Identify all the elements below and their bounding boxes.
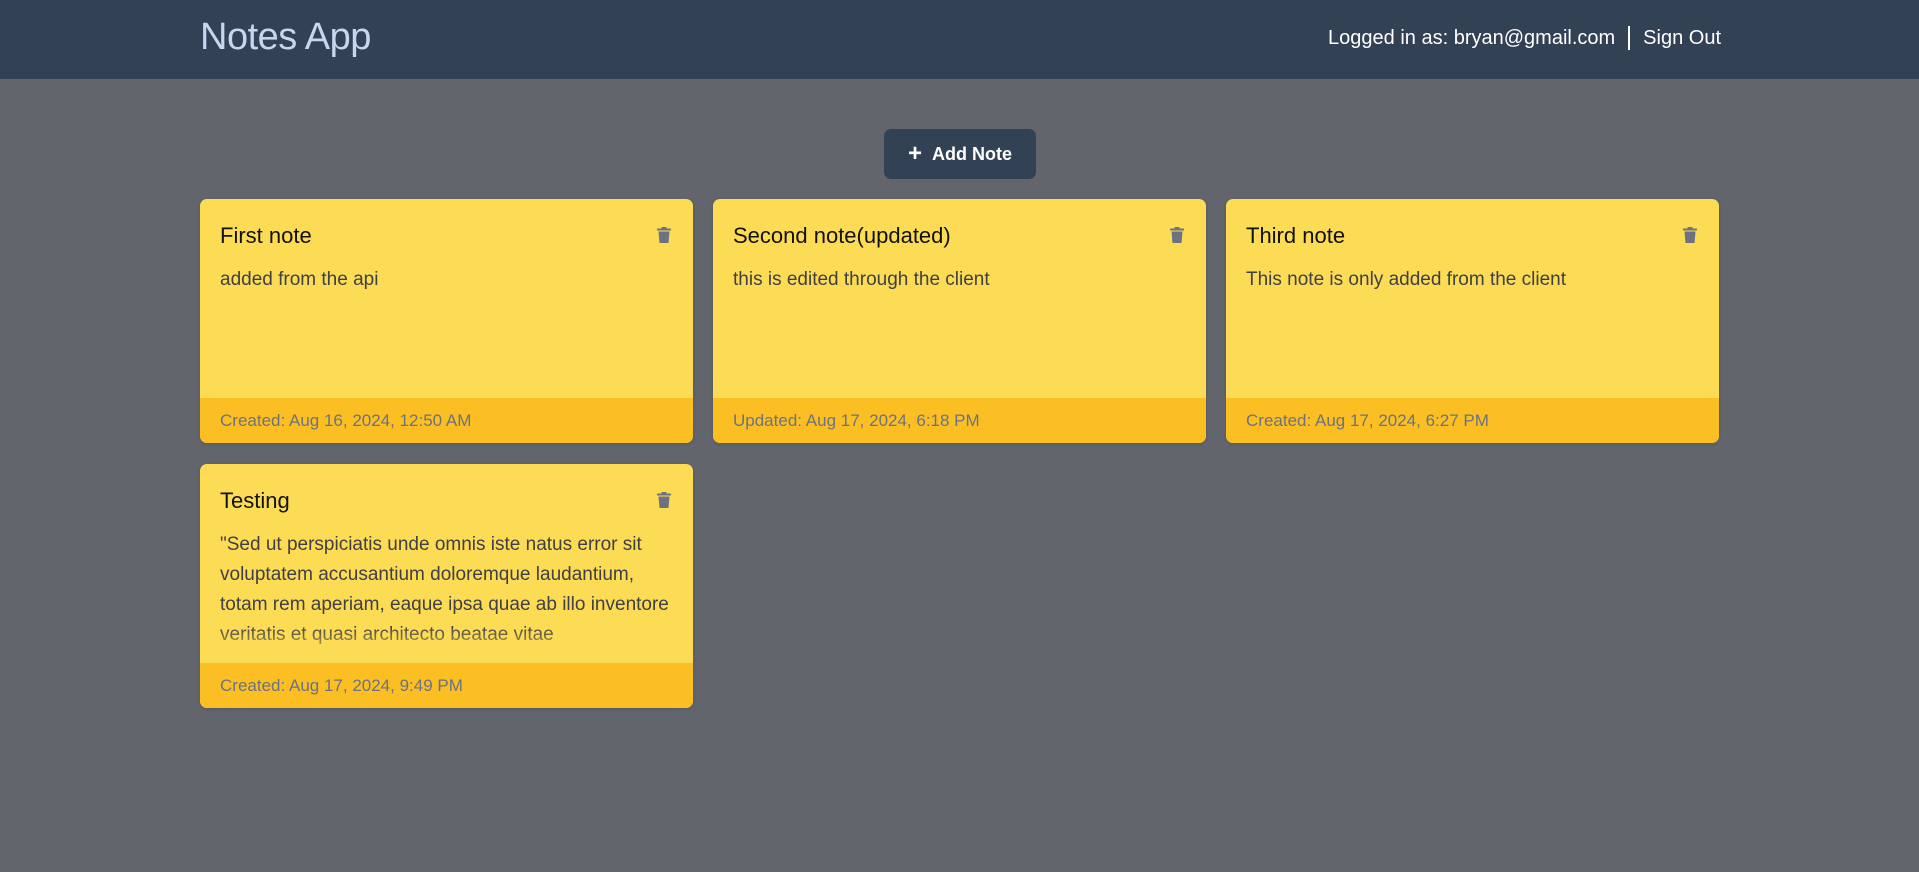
note-body: "Sed ut perspiciatis unde omnis iste nat…	[220, 530, 673, 656]
trash-icon[interactable]	[657, 227, 671, 243]
note-timestamp: Created: Aug 17, 2024, 9:49 PM	[200, 663, 693, 708]
note-title: Third note	[1246, 223, 1346, 248]
add-note-button[interactable]: + Add Note	[884, 129, 1036, 179]
note-title: First note	[220, 223, 312, 248]
note-timestamp: Updated: Aug 17, 2024, 6:18 PM	[713, 398, 1206, 443]
note-card[interactable]: Testing "Sed ut perspiciatis unde omnis …	[200, 464, 693, 708]
note-card[interactable]: Third note This note is only added from …	[1226, 199, 1719, 443]
logged-in-text: Logged in as: bryan@gmail.com	[1328, 26, 1616, 49]
sign-out-button[interactable]: Sign Out	[1643, 27, 1721, 50]
note-timestamp: Created: Aug 17, 2024, 6:27 PM	[1226, 398, 1719, 443]
trash-icon[interactable]	[1683, 227, 1697, 243]
plus-icon: +	[907, 140, 922, 167]
app-brand[interactable]: Notes App	[200, 16, 371, 59]
trash-icon[interactable]	[657, 492, 671, 508]
divider	[1628, 26, 1631, 50]
note-body: this is edited through the client	[733, 269, 990, 290]
note-card[interactable]: First note added from the api Created: A…	[200, 199, 693, 443]
note-body: added from the api	[220, 269, 379, 290]
top-navbar: Notes App Logged in as: bryan@gmail.com …	[0, 0, 1919, 79]
note-timestamp: Created: Aug 16, 2024, 12:50 AM	[200, 398, 693, 443]
account-area: Logged in as: bryan@gmail.com Sign Out	[1328, 26, 1721, 50]
note-card[interactable]: Second note(updated) this is edited thro…	[713, 199, 1206, 443]
note-body: This note is only added from the client	[1246, 269, 1567, 290]
note-title: Second note(updated)	[733, 223, 951, 248]
trash-icon[interactable]	[1170, 227, 1184, 243]
add-note-label: Add Note	[932, 143, 1012, 164]
note-title: Testing	[220, 488, 290, 513]
